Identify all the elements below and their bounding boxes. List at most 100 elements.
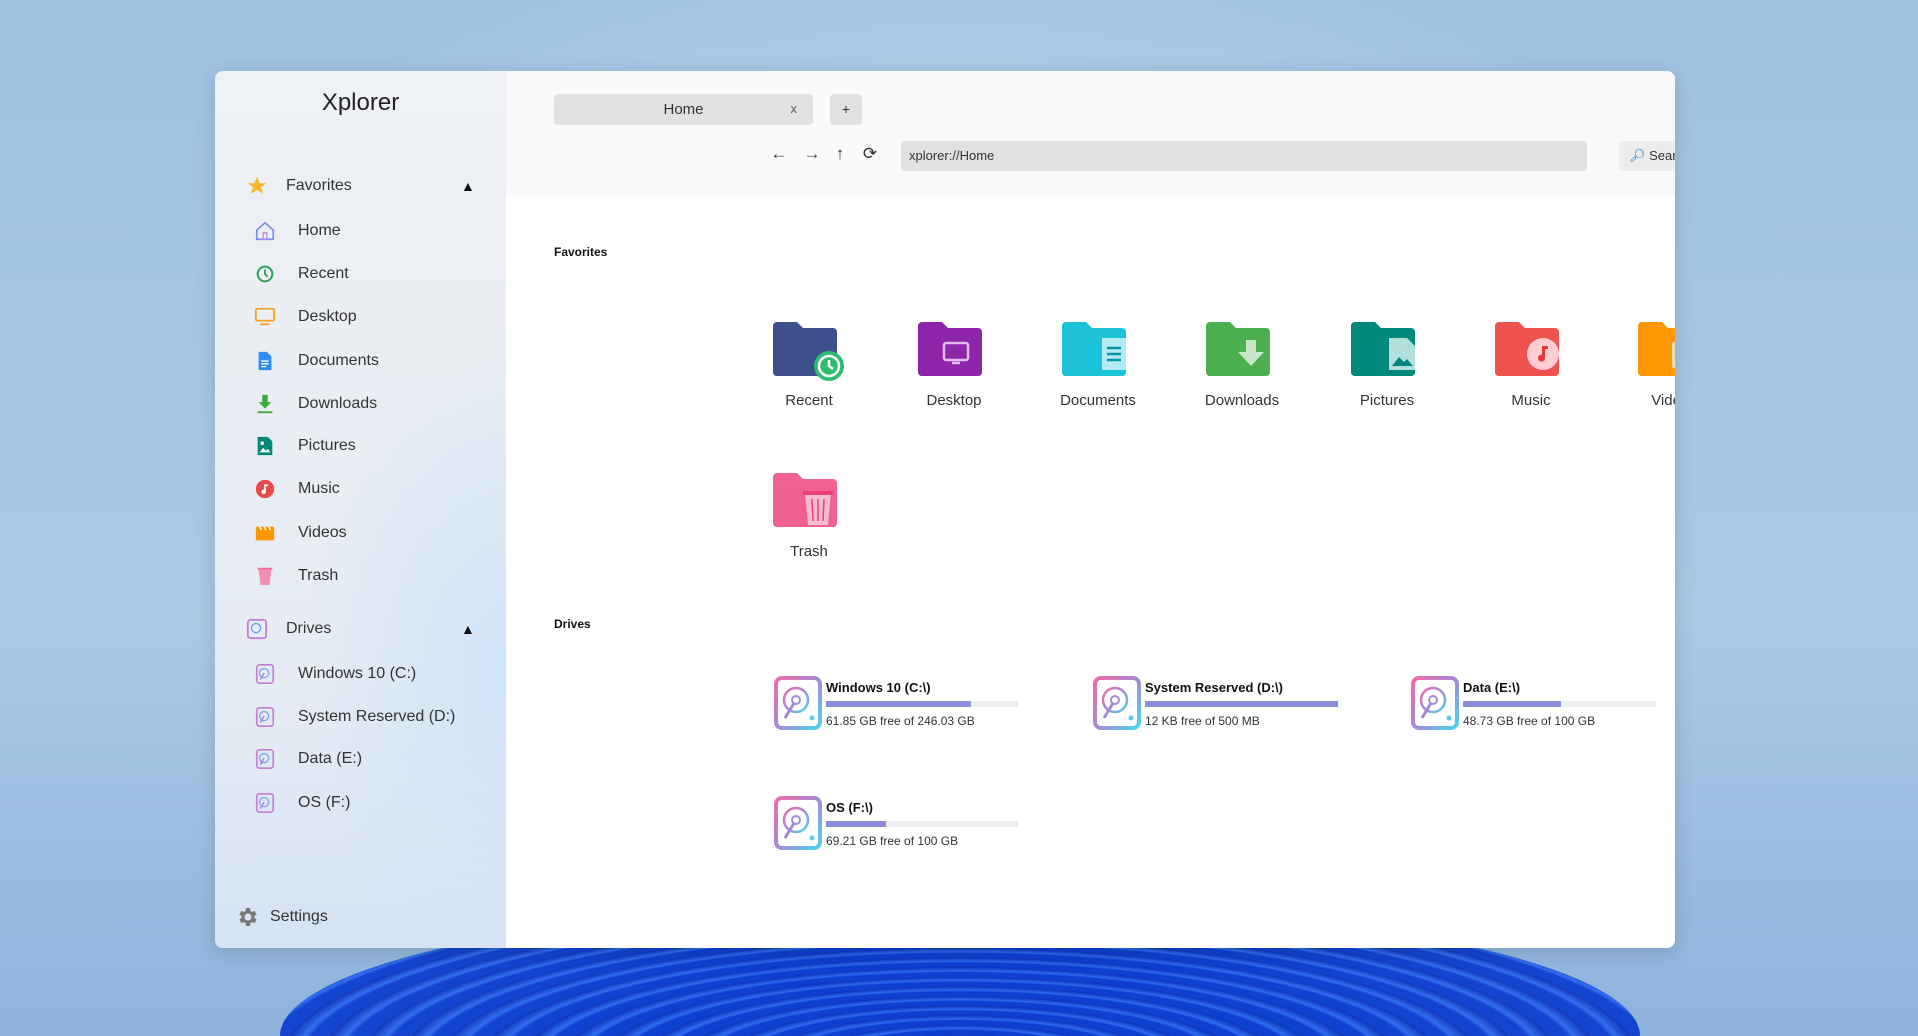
- drives-label: Drives: [286, 620, 332, 637]
- favorite-label: Documents: [1060, 392, 1136, 409]
- drive-icon: [253, 705, 277, 729]
- sidebar-item-label: Downloads: [298, 395, 378, 412]
- favorite-label: Downloads: [1204, 392, 1280, 409]
- sidebar-drive-item[interactable]: OS (F:): [215, 786, 506, 820]
- drive-usage-fill: [1145, 701, 1338, 707]
- sidebar-item-downloads[interactable]: Downloads: [215, 387, 506, 421]
- favorite-label: Recent: [785, 392, 833, 409]
- drive-card[interactable]: System Reserved (D:\) 12 KB free of 500 M…: [1093, 676, 1363, 736]
- music-icon: [253, 477, 277, 501]
- drive-usage-bar: [826, 701, 1019, 707]
- refresh-button[interactable]: ⟳: [858, 144, 882, 164]
- drive-card[interactable]: Windows 10 (C:\) 61.85 GB free of 246.03 …: [774, 676, 1044, 736]
- favorite-label: Desktop: [926, 392, 982, 409]
- favorite-desktop[interactable]: Desktop: [889, 316, 1019, 409]
- collapse-triangle-icon[interactable]: ▲: [461, 178, 475, 194]
- star-icon: [245, 174, 269, 198]
- favorite-downloads[interactable]: Downloads: [1177, 316, 1307, 409]
- drive-card[interactable]: OS (F:\) 69.21 GB free of 100 GB: [774, 796, 1044, 856]
- sidebar-item-label: Trash: [298, 567, 339, 584]
- sidebar-item-recent[interactable]: Recent: [215, 257, 506, 291]
- drive-usage-bar: [1145, 701, 1338, 707]
- favorite-trash[interactable]: Trash: [744, 467, 874, 560]
- sidebar-item-trash[interactable]: Trash: [215, 559, 506, 593]
- search-icon: 🔎︎: [1629, 148, 1646, 163]
- videos-folder-icon: [1638, 322, 1675, 376]
- drive-card[interactable]: Data (E:\) 48.73 GB free of 100 GB: [1411, 676, 1675, 736]
- favorite-videos[interactable]: Videos: [1609, 316, 1675, 409]
- sidebar-drive-item[interactable]: Windows 10 (C:): [215, 657, 506, 691]
- sidebar-item-label: System Reserved (D:): [298, 708, 456, 725]
- drive-usage-fill: [826, 701, 971, 707]
- music-folder-icon: [1495, 322, 1559, 376]
- sidebar-item-documents[interactable]: Documents: [215, 344, 506, 378]
- xplorer-window: Xplorer Favorites ▲ Home Recent Desktop Doc…: [215, 71, 1675, 948]
- hard-drive-icon: [1411, 676, 1459, 730]
- tab-home[interactable]: Home x: [554, 94, 813, 125]
- downloads-folder-icon: [1206, 322, 1270, 376]
- sidebar-drive-item[interactable]: System Reserved (D:): [215, 700, 506, 734]
- address-bar[interactable]: xplorer://Home: [901, 141, 1587, 171]
- tab-label: Home: [663, 101, 704, 118]
- documents-icon: [253, 349, 277, 373]
- gear-icon: [235, 905, 259, 929]
- sidebar-item-label: Recent: [298, 265, 349, 282]
- search-placeholder: Search: [1649, 148, 1675, 163]
- downloads-icon: [253, 392, 277, 416]
- trash-icon: [253, 564, 277, 588]
- favorite-label: Trash: [790, 543, 828, 560]
- sidebar-item-label: Data (E:): [298, 750, 363, 767]
- trash-folder-icon: [773, 473, 837, 527]
- sidebar-item-label: Music: [298, 480, 340, 497]
- sidebar-item-pictures[interactable]: Pictures: [215, 429, 506, 463]
- drive-free-space: 12 KB free of 500 MB: [1145, 714, 1260, 728]
- back-button[interactable]: ←: [767, 144, 791, 164]
- settings-button[interactable]: Settings: [215, 900, 506, 934]
- sidebar-drive-item[interactable]: Data (E:): [215, 742, 506, 776]
- hard-drive-icon: [774, 796, 822, 850]
- drive-icon: [253, 747, 277, 771]
- pictures-icon: [253, 434, 277, 458]
- sidebar-item-label: Windows 10 (C:): [298, 665, 417, 682]
- hard-drive-icon: [774, 676, 822, 730]
- drive-name: OS (F:\): [826, 800, 873, 815]
- up-button[interactable]: ↑: [828, 144, 852, 164]
- app-title: Xplorer: [321, 89, 400, 116]
- sidebar-item-desktop[interactable]: Desktop: [215, 300, 506, 334]
- settings-label: Settings: [270, 908, 328, 925]
- sidebar-item-home[interactable]: Home: [215, 214, 506, 248]
- drive-usage-bar: [1463, 701, 1656, 707]
- recent-icon: [253, 262, 277, 286]
- sidebar-item-label: OS (F:): [298, 794, 351, 811]
- tab-close-button[interactable]: x: [791, 101, 798, 116]
- drive-usage-fill: [826, 821, 886, 827]
- documents-folder-icon: [1062, 322, 1126, 376]
- favorite-documents[interactable]: Documents: [1033, 316, 1163, 409]
- desktop-icon: [253, 305, 277, 329]
- favorite-recent[interactable]: Recent: [744, 316, 874, 409]
- drive-free-space: 48.73 GB free of 100 GB: [1463, 714, 1596, 728]
- favorites-heading: Favorites: [554, 245, 608, 259]
- sidebar-drives-header[interactable]: Drives ▲: [215, 612, 506, 646]
- search-input[interactable]: 🔎︎ Search: [1619, 141, 1675, 171]
- favorite-pictures[interactable]: Pictures: [1322, 316, 1452, 409]
- sidebar-item-videos[interactable]: Videos: [215, 516, 506, 550]
- favorite-label: Music: [1511, 392, 1551, 409]
- collapse-triangle-icon[interactable]: ▲: [461, 621, 475, 637]
- favorite-music[interactable]: Music: [1466, 316, 1596, 409]
- forward-button[interactable]: →: [800, 144, 824, 164]
- sidebar-item-label: Videos: [298, 524, 347, 541]
- hard-drive-icon: [1093, 676, 1141, 730]
- favorites-label: Favorites: [286, 177, 352, 194]
- sidebar-item-label: Pictures: [298, 437, 356, 454]
- drive-icon: [253, 791, 277, 815]
- drives-heading: Drives: [554, 617, 591, 631]
- toolbar: Home x + ← → ↑ ⟳ xplorer://Home 🔎︎ Searc…: [506, 71, 1675, 196]
- new-tab-button[interactable]: +: [830, 94, 862, 125]
- sidebar-favorites-header[interactable]: Favorites ▲: [215, 169, 506, 203]
- sidebar-item-label: Documents: [298, 352, 379, 369]
- home-icon: [253, 219, 277, 243]
- drive-free-space: 61.85 GB free of 246.03 GB: [826, 714, 975, 728]
- videos-icon: [253, 521, 277, 545]
- sidebar-item-music[interactable]: Music: [215, 472, 506, 506]
